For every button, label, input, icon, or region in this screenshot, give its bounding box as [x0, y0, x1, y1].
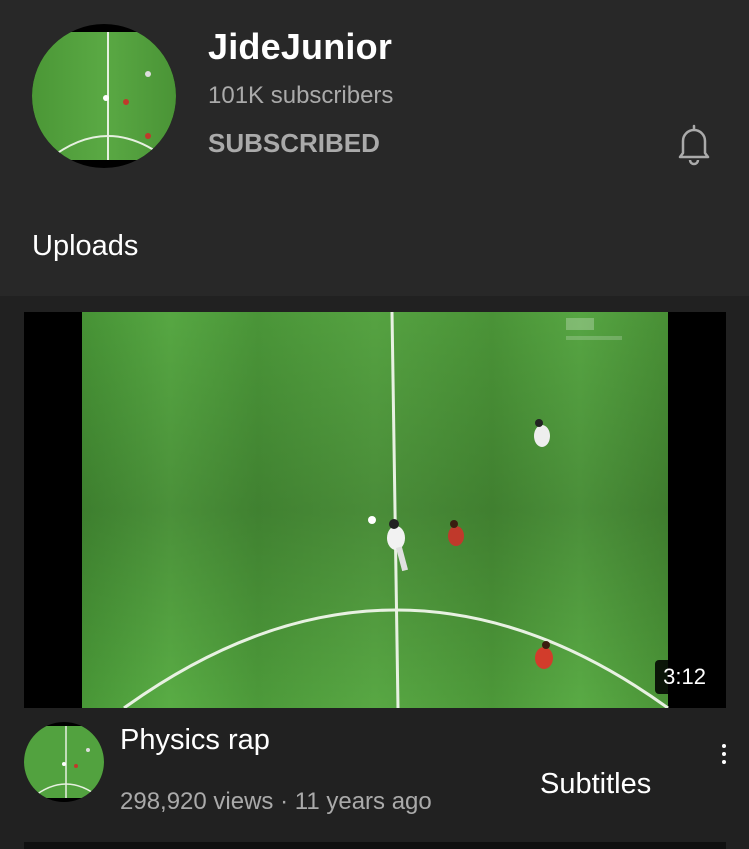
next-video-thumbnail-edge[interactable] — [24, 842, 726, 849]
channel-header: JideJunior 101K subscribers SUBSCRIBED U… — [0, 0, 749, 296]
channel-name: JideJunior — [208, 26, 393, 67]
video-channel-avatar[interactable] — [24, 722, 104, 802]
video-meta: 298,920 views · 11 years ago — [120, 788, 432, 815]
subtitles-overlay-text: Subtitles — [540, 768, 652, 800]
channel-avatar[interactable] — [32, 24, 176, 168]
video-thumbnail[interactable]: 3:12 — [24, 312, 726, 708]
video-duration: 3:12 — [655, 660, 714, 694]
subscribed-button[interactable]: SUBSCRIBED — [208, 128, 380, 159]
uploads-section-title: Uploads — [32, 230, 139, 262]
bell-icon[interactable] — [672, 122, 716, 166]
more-vert-icon[interactable] — [712, 740, 736, 776]
video-title[interactable]: Physics rap — [120, 724, 270, 757]
subscriber-count: 101K subscribers — [208, 82, 394, 109]
